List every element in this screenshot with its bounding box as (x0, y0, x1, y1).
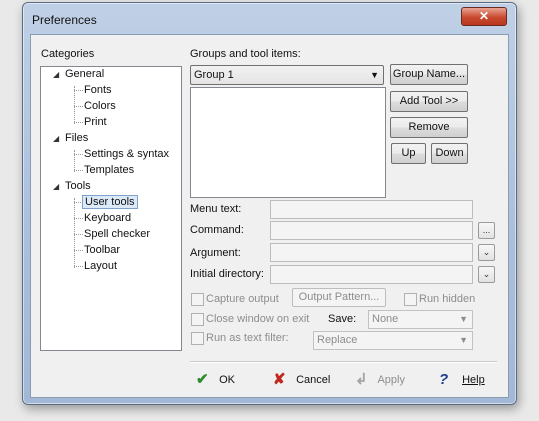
ok-button[interactable]: ✔ OK (196, 372, 235, 388)
chevron-down-icon: ⌄ (482, 269, 491, 279)
up-button[interactable]: Up (391, 143, 426, 164)
tree-item-toolbar[interactable]: Toolbar (84, 244, 120, 256)
tool-items-list[interactable] (190, 87, 386, 198)
footer-separator (190, 361, 497, 363)
categories-heading: Categories (41, 48, 95, 60)
cancel-label: Cancel (296, 374, 331, 386)
initial-directory-field[interactable] (270, 265, 473, 284)
ok-label: OK (219, 374, 235, 386)
tree-guide (74, 90, 83, 91)
initial-directory-label: Initial directory: (190, 268, 264, 280)
window-title: Preferences (32, 13, 97, 27)
output-pattern-button[interactable]: Output Pattern... (292, 288, 386, 307)
group-select[interactable]: Group 1 ▼ (190, 65, 384, 85)
close-icon: ✕ (478, 9, 490, 23)
tree-item-keyboard[interactable]: Keyboard (84, 212, 131, 224)
tree-guide (74, 198, 75, 268)
group-name-button[interactable]: Group Name... (390, 64, 468, 85)
tree-item-general[interactable]: General (65, 68, 104, 80)
command-label: Command: (190, 224, 244, 236)
capture-output-checkbox[interactable] (191, 293, 204, 306)
chevron-down-icon: ⌄ (482, 247, 491, 257)
categories-tree[interactable]: ◢ General Fonts Colors Print ◢ Files Set… (40, 66, 182, 351)
help-button[interactable]: ? Help (439, 372, 485, 388)
run-hidden-checkbox[interactable] (404, 293, 417, 306)
tree-guide (74, 86, 75, 124)
menu-text-label: Menu text: (190, 203, 242, 215)
tree-guide (74, 250, 83, 251)
collapse-icon[interactable]: ◢ (53, 182, 59, 191)
collapse-icon[interactable]: ◢ (53, 134, 59, 143)
argument-field[interactable] (270, 243, 473, 262)
run-as-text-filter-label: Run as text filter: (206, 332, 289, 344)
tree-guide (74, 122, 83, 123)
close-button[interactable]: ✕ (461, 7, 507, 26)
tree-item-spell-checker[interactable]: Spell checker (84, 228, 150, 240)
tree-guide (74, 266, 83, 267)
run-as-text-filter-checkbox[interactable] (191, 332, 204, 345)
command-field[interactable] (270, 221, 473, 240)
command-browse-button[interactable]: ... (478, 222, 495, 239)
tree-guide (74, 106, 83, 107)
remove-button[interactable]: Remove (390, 117, 468, 138)
help-label: Help (462, 374, 485, 386)
tree-guide (74, 170, 83, 171)
groups-heading: Groups and tool items: (190, 48, 301, 60)
question-mark-icon: ? (439, 371, 449, 389)
save-select-value: None (372, 313, 399, 325)
tree-guide (74, 234, 83, 235)
tree-guide (74, 154, 83, 155)
argument-label: Argument: (190, 247, 241, 259)
dropdown-arrow-icon: ▼ (459, 314, 468, 324)
capture-output-label: Capture output (206, 293, 279, 305)
apply-button[interactable]: ↲ Apply (355, 372, 405, 388)
menu-text-field[interactable] (270, 200, 473, 219)
apply-label: Apply (377, 374, 405, 386)
close-window-on-exit-checkbox[interactable] (191, 313, 204, 326)
tree-item-user-tools[interactable]: User tools (82, 195, 138, 209)
filter-select-value: Replace (317, 334, 358, 346)
save-label: Save: (328, 313, 357, 325)
tree-item-templates[interactable]: Templates (84, 164, 134, 176)
x-icon: ✘ (273, 371, 286, 389)
tree-item-tools[interactable]: Tools (65, 180, 91, 192)
initial-directory-menu-button[interactable]: ⌄ (478, 266, 495, 283)
collapse-icon[interactable]: ◢ (53, 70, 59, 79)
group-select-value: Group 1 (194, 69, 234, 81)
filter-select[interactable]: Replace ▼ (313, 331, 473, 350)
cancel-button[interactable]: ✘ Cancel (273, 372, 330, 388)
tree-item-settings-syntax[interactable]: Settings & syntax (84, 148, 169, 160)
run-hidden-label: Run hidden (419, 293, 476, 305)
add-tool-button[interactable]: Add Tool >> (390, 91, 468, 112)
close-window-on-exit-label: Close window on exit (206, 313, 310, 325)
tree-guide (74, 218, 83, 219)
tree-item-colors[interactable]: Colors (84, 100, 116, 112)
checkmark-icon: ✔ (196, 371, 209, 389)
tree-item-files[interactable]: Files (65, 132, 88, 144)
down-button[interactable]: Down (431, 143, 468, 164)
argument-menu-button[interactable]: ⌄ (478, 244, 495, 261)
dropdown-arrow-icon: ▼ (370, 70, 379, 80)
apply-arrow-icon: ↲ (355, 371, 368, 389)
tree-item-fonts[interactable]: Fonts (84, 84, 112, 96)
save-select[interactable]: None ▼ (368, 310, 473, 329)
tree-item-print[interactable]: Print (84, 116, 107, 128)
tree-item-layout[interactable]: Layout (84, 260, 117, 272)
dropdown-arrow-icon: ▼ (459, 335, 468, 345)
